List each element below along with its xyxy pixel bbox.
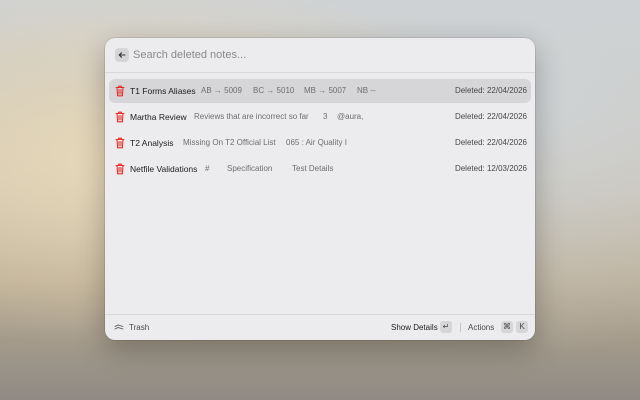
note-title: T2 Analysis bbox=[130, 138, 174, 148]
trash-icon bbox=[115, 111, 125, 123]
trash-icon bbox=[115, 137, 125, 149]
search-input[interactable] bbox=[133, 47, 513, 63]
deleted-date: Deleted: 22/04/2026 bbox=[454, 138, 527, 147]
note-preview-segment: 065 : Air Quality I bbox=[286, 138, 347, 147]
command-key-hint: ⌘ bbox=[501, 321, 513, 333]
note-title: Netfile Validations bbox=[130, 164, 198, 174]
arrow-left-icon bbox=[118, 52, 126, 58]
footer-view-label: Trash bbox=[129, 323, 150, 332]
note-preview-segment: NB -- bbox=[357, 86, 376, 95]
note-preview-segment: Specification bbox=[227, 164, 273, 173]
trash-window: T1 Forms Aliases AB → 5009 BC → 5010 MB … bbox=[105, 38, 535, 340]
footer-divider bbox=[460, 323, 461, 332]
back-button[interactable] bbox=[115, 48, 129, 62]
footer-bar: Trash Show Details ↵ Actions ⌘ K bbox=[105, 314, 535, 340]
k-key-hint: K bbox=[516, 321, 528, 333]
trash-view-icon bbox=[114, 324, 124, 330]
deleted-date: Deleted: 22/04/2026 bbox=[454, 86, 527, 95]
note-row[interactable]: T2 Analysis Missing On T2 Official List … bbox=[109, 131, 531, 155]
deleted-date: Deleted: 22/04/2026 bbox=[454, 112, 527, 121]
note-preview-segment: @aura, bbox=[337, 112, 364, 121]
deleted-date: Deleted: 12/03/2026 bbox=[454, 164, 527, 173]
note-row[interactable]: Martha Review Reviews that are incorrect… bbox=[109, 105, 531, 129]
show-details-button[interactable]: Show Details bbox=[391, 323, 438, 332]
note-preview-segment: # bbox=[205, 164, 210, 173]
note-preview-segment: BC → 5010 bbox=[253, 86, 295, 95]
note-row[interactable]: T1 Forms Aliases AB → 5009 BC → 5010 MB … bbox=[109, 79, 531, 103]
trash-icon bbox=[115, 85, 125, 97]
search-bar bbox=[105, 38, 535, 73]
actions-button[interactable]: Actions bbox=[468, 323, 494, 332]
note-preview-segment: AB → 5009 bbox=[201, 86, 242, 95]
note-preview-segment: Reviews that are incorrect so far bbox=[194, 112, 309, 121]
note-preview-segment: Missing On T2 Official List bbox=[183, 138, 276, 147]
note-preview-segment: 3 bbox=[323, 112, 328, 121]
note-preview-segment: Test Details bbox=[292, 164, 334, 173]
trash-icon bbox=[115, 163, 125, 175]
note-preview-segment: MB → 5007 bbox=[304, 86, 347, 95]
deleted-notes-list: T1 Forms Aliases AB → 5009 BC → 5010 MB … bbox=[109, 79, 531, 183]
note-title: T1 Forms Aliases bbox=[130, 86, 196, 96]
note-row[interactable]: Netfile Validations # Specification Test… bbox=[109, 157, 531, 181]
enter-key-hint: ↵ bbox=[440, 321, 452, 333]
note-title: Martha Review bbox=[130, 112, 187, 122]
